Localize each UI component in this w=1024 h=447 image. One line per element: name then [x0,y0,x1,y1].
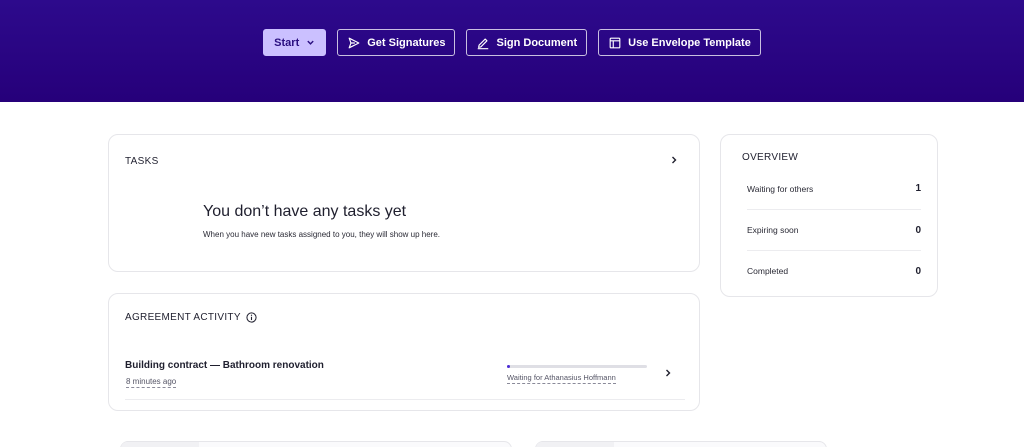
agreement-progress-fill [507,365,510,368]
overview-item-count: 0 [915,224,921,236]
agreement-title[interactable]: Building contract — Bathroom renovation [125,360,324,371]
agreement-progress-bar [507,365,647,368]
start-button-label: Start [274,36,300,49]
overview-item-completed[interactable]: Completed 0 [747,250,921,291]
start-button[interactable]: Start [263,29,327,56]
get-signatures-button[interactable]: Get Signatures [337,29,456,56]
overview-item-count: 0 [915,265,921,277]
info-icon[interactable] [246,312,257,323]
agreement-status: Waiting for Athanasius Hoffmann [507,373,616,384]
agreement-activity-title: AGREEMENT ACTIVITY [125,312,241,323]
overview-item-waiting[interactable]: Waiting for others 1 [747,168,921,209]
tasks-title: TASKS [125,156,159,167]
agreement-row[interactable]: Building contract — Bathroom renovation … [125,350,685,400]
sign-document-label: Sign Document [496,36,578,49]
overview-title: OVERVIEW [742,152,799,163]
overview-item-label: Completed [747,266,789,276]
tasks-card: TASKS You don’t have any tasks yet When … [108,134,700,272]
overview-card: OVERVIEW Waiting for others 1 Expiring s… [720,134,938,297]
bottom-card-right [535,441,827,447]
use-envelope-template-button[interactable]: Use Envelope Template [598,29,761,56]
bottom-card-tab[interactable] [121,442,199,447]
use-envelope-template-label: Use Envelope Template [628,36,751,49]
overview-item-label: Waiting for others [747,183,814,194]
chevron-down-icon [307,40,314,45]
get-signatures-label: Get Signatures [367,36,446,49]
send-icon [348,37,360,48]
agreement-activity-header: AGREEMENT ACTIVITY [125,312,257,323]
agreement-time: 8 minutes ago [126,377,177,388]
bottom-card-left [120,441,512,447]
chevron-right-icon[interactable] [663,368,673,378]
bottom-card-tab[interactable] [536,442,614,447]
hero-actions: Start Get Signatures Sign Document Use E… [0,29,1024,56]
overview-item-expiring[interactable]: Expiring soon 0 [747,209,921,250]
tasks-empty-title: You don’t have any tasks yet [203,203,407,220]
chevron-right-icon[interactable] [669,155,679,165]
template-icon [609,37,621,48]
hero-banner: Start Get Signatures Sign Document Use E… [0,0,1024,102]
agreement-activity-card: AGREEMENT ACTIVITY Building contract — B… [108,293,700,411]
pen-icon [478,37,489,49]
overview-item-label: Expiring soon [747,225,799,235]
sign-document-button[interactable]: Sign Document [466,29,588,56]
tasks-empty-subtitle: When you have new tasks assigned to you,… [203,230,441,239]
overview-item-count: 1 [915,183,921,194]
